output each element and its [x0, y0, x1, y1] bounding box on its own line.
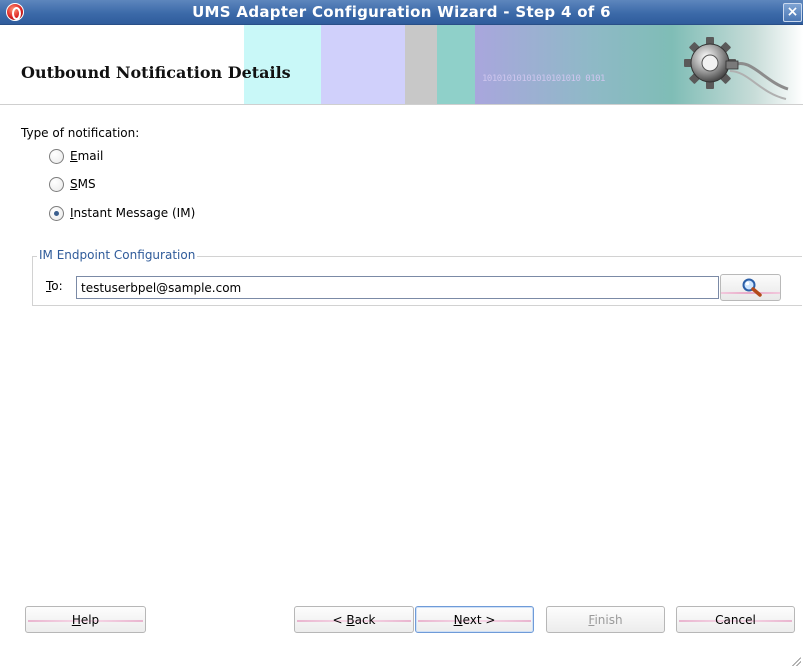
- back-button[interactable]: < Back: [294, 606, 414, 633]
- help-button-label: Help: [71, 612, 100, 627]
- gear-plug-icon: [670, 27, 790, 103]
- title-bar: UMS Adapter Configuration Wizard - Step …: [0, 0, 803, 25]
- back-button-label: < Back: [332, 612, 376, 627]
- radio-email[interactable]: Email: [49, 147, 103, 165]
- radio-sms[interactable]: SMS: [49, 175, 96, 193]
- radio-sms-label: SMS: [70, 177, 96, 191]
- page-title: Outbound Notification Details: [21, 63, 291, 82]
- to-label: To:: [46, 279, 63, 293]
- to-address-input[interactable]: [76, 276, 719, 299]
- next-button[interactable]: Next >: [415, 606, 534, 633]
- search-icon: [741, 278, 763, 301]
- wizard-header: Outbound Notification Details 1010101010…: [0, 25, 803, 105]
- radio-button[interactable]: [49, 148, 64, 164]
- finish-button: Finish: [546, 606, 665, 633]
- next-button-label: Next >: [453, 612, 496, 627]
- cancel-button-label: Cancel: [715, 612, 756, 627]
- radio-email-label: Email: [70, 149, 104, 163]
- close-button[interactable]: ×: [783, 3, 802, 22]
- radio-button[interactable]: [49, 176, 64, 192]
- im-endpoint-group-label: IM Endpoint Configuration: [37, 248, 198, 262]
- resize-grip[interactable]: [791, 656, 801, 666]
- banner-band: [405, 25, 437, 104]
- finish-button-label: Finish: [588, 612, 623, 627]
- browse-button[interactable]: [720, 274, 781, 301]
- banner-band: [437, 25, 475, 104]
- radio-im-label: Instant Message (IM): [70, 206, 196, 220]
- notification-type-label: Type of notification:: [21, 126, 140, 140]
- window-title: UMS Adapter Configuration Wizard - Step …: [192, 3, 611, 21]
- radio-button-selected[interactable]: [49, 205, 64, 221]
- cancel-button[interactable]: Cancel: [676, 606, 795, 633]
- banner-binary-text: 10101010101010101010 0101: [482, 74, 605, 84]
- help-button[interactable]: Help: [25, 606, 146, 633]
- radio-instant-message[interactable]: Instant Message (IM): [49, 204, 195, 222]
- banner-band: [321, 25, 405, 104]
